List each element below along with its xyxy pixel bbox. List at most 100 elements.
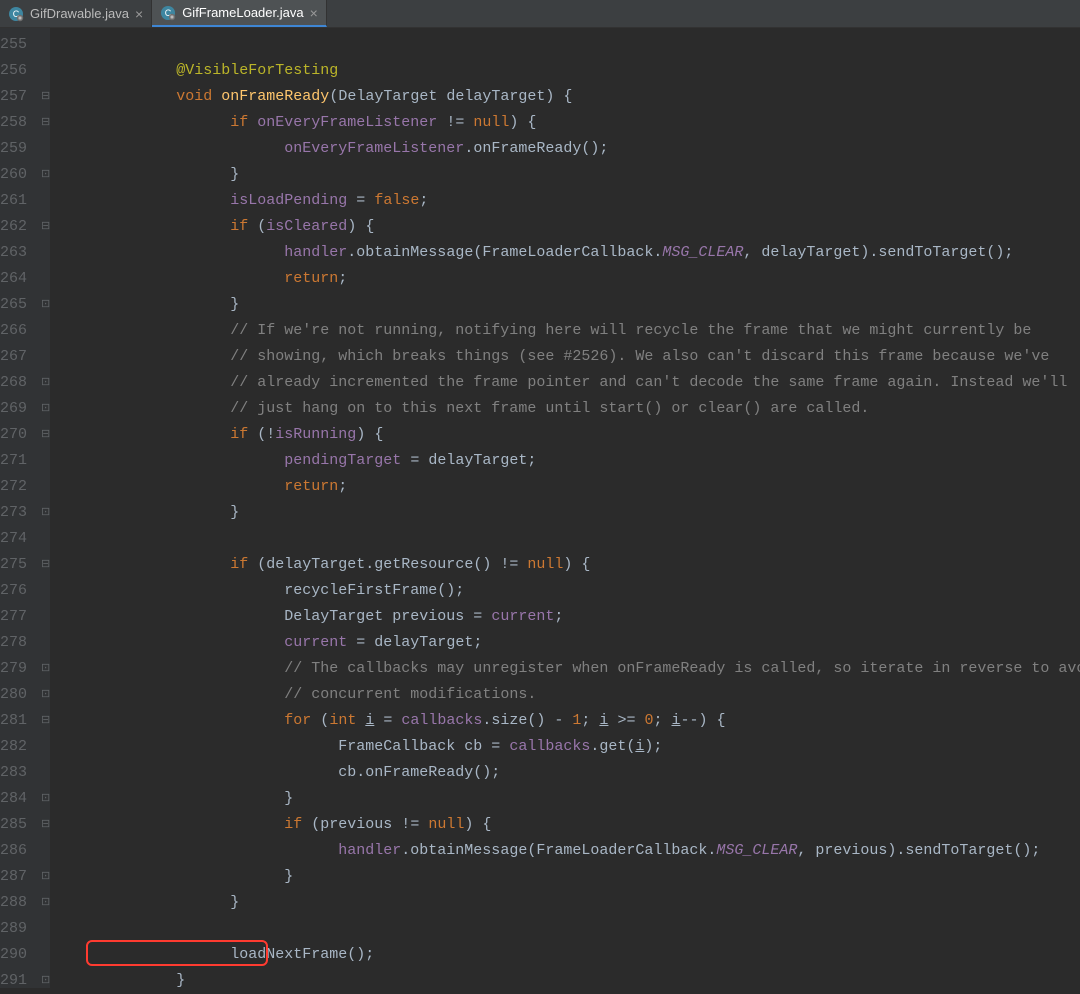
code-line[interactable]: recycleFirstFrame(); xyxy=(50,578,1080,604)
line-number-gutter: 2552562572582592602612622632642652662672… xyxy=(0,28,41,988)
line-number: 279 xyxy=(0,656,41,682)
code-line[interactable]: if (previous != null) { xyxy=(50,812,1080,838)
fold-marker[interactable] xyxy=(41,942,50,968)
fold-marker[interactable] xyxy=(41,474,50,500)
code-line[interactable]: onEveryFrameListener.onFrameReady(); xyxy=(50,136,1080,162)
code-line[interactable]: FrameCallback cb = callbacks.get(i); xyxy=(50,734,1080,760)
fold-marker[interactable]: ⊟ xyxy=(41,552,50,578)
line-number: 261 xyxy=(0,188,41,214)
code-line[interactable]: isLoadPending = false; xyxy=(50,188,1080,214)
fold-marker[interactable]: ⊡ xyxy=(41,396,50,422)
code-line[interactable]: return; xyxy=(50,266,1080,292)
code-line[interactable]: return; xyxy=(50,474,1080,500)
code-line[interactable]: if (isCleared) { xyxy=(50,214,1080,240)
fold-marker[interactable] xyxy=(41,58,50,84)
code-line[interactable]: } xyxy=(50,968,1080,994)
code-line[interactable]: } xyxy=(50,162,1080,188)
code-line[interactable]: } xyxy=(50,500,1080,526)
code-line[interactable]: } xyxy=(50,864,1080,890)
fold-marker[interactable] xyxy=(41,32,50,58)
close-icon[interactable]: × xyxy=(135,6,143,22)
tab-gifframeloader[interactable]: C GifFrameLoader.java × xyxy=(152,0,327,27)
code-line[interactable]: // concurrent modifications. xyxy=(50,682,1080,708)
code-line[interactable]: } xyxy=(50,292,1080,318)
code-line[interactable] xyxy=(50,32,1080,58)
fold-marker[interactable] xyxy=(41,344,50,370)
code-line[interactable]: // just hang on to this next frame until… xyxy=(50,396,1080,422)
fold-marker[interactable]: ⊟ xyxy=(41,422,50,448)
fold-marker[interactable] xyxy=(41,318,50,344)
code-line[interactable] xyxy=(50,526,1080,552)
code-line[interactable]: current = delayTarget; xyxy=(50,630,1080,656)
code-line[interactable]: handler.obtainMessage(FrameLoaderCallbac… xyxy=(50,240,1080,266)
line-number: 286 xyxy=(0,838,41,864)
java-file-icon: C xyxy=(8,6,24,22)
fold-marker[interactable] xyxy=(41,136,50,162)
fold-marker[interactable] xyxy=(41,916,50,942)
fold-column: ⊟⊟⊡⊟⊡⊡⊡⊟⊡⊟⊡⊡⊟⊡⊟⊡⊡⊡ xyxy=(41,28,50,988)
fold-marker[interactable]: ⊟ xyxy=(41,110,50,136)
fold-marker[interactable]: ⊡ xyxy=(41,864,50,890)
fold-marker[interactable] xyxy=(41,630,50,656)
line-number: 258 xyxy=(0,110,41,136)
fold-marker[interactable] xyxy=(41,240,50,266)
fold-marker[interactable] xyxy=(41,604,50,630)
code-line[interactable]: // If we're not running, notifying here … xyxy=(50,318,1080,344)
highlight-box xyxy=(86,940,268,966)
fold-marker[interactable]: ⊡ xyxy=(41,370,50,396)
code-line[interactable]: // already incremented the frame pointer… xyxy=(50,370,1080,396)
line-number: 282 xyxy=(0,734,41,760)
line-number: 283 xyxy=(0,760,41,786)
code-line[interactable]: // showing, which breaks things (see #25… xyxy=(50,344,1080,370)
code-line[interactable]: void onFrameReady(DelayTarget delayTarge… xyxy=(50,84,1080,110)
fold-marker[interactable] xyxy=(41,760,50,786)
code-area[interactable]: @VisibleForTesting void onFrameReady(Del… xyxy=(50,28,1080,988)
code-line[interactable] xyxy=(50,916,1080,942)
line-number: 260 xyxy=(0,162,41,188)
code-line[interactable]: for (int i = callbacks.size() - 1; i >= … xyxy=(50,708,1080,734)
line-number: 274 xyxy=(0,526,41,552)
fold-marker[interactable] xyxy=(41,188,50,214)
line-number: 288 xyxy=(0,890,41,916)
line-number: 270 xyxy=(0,422,41,448)
code-line[interactable]: } xyxy=(50,890,1080,916)
line-number: 291 xyxy=(0,968,41,994)
line-number: 263 xyxy=(0,240,41,266)
fold-marker[interactable]: ⊡ xyxy=(41,682,50,708)
fold-marker[interactable] xyxy=(41,266,50,292)
fold-marker[interactable]: ⊡ xyxy=(41,786,50,812)
code-line[interactable]: if (!isRunning) { xyxy=(50,422,1080,448)
fold-marker[interactable]: ⊡ xyxy=(41,968,50,994)
fold-marker[interactable] xyxy=(41,838,50,864)
fold-marker[interactable]: ⊡ xyxy=(41,292,50,318)
code-line[interactable]: DelayTarget previous = current; xyxy=(50,604,1080,630)
code-line[interactable]: if onEveryFrameListener != null) { xyxy=(50,110,1080,136)
fold-marker[interactable] xyxy=(41,734,50,760)
fold-marker[interactable]: ⊟ xyxy=(41,708,50,734)
line-number: 265 xyxy=(0,292,41,318)
tab-label: GifDrawable.java xyxy=(30,6,129,21)
fold-marker[interactable]: ⊟ xyxy=(41,84,50,110)
line-number: 284 xyxy=(0,786,41,812)
fold-marker[interactable]: ⊡ xyxy=(41,890,50,916)
tab-gifdrawable[interactable]: C GifDrawable.java × xyxy=(0,0,152,27)
fold-marker[interactable]: ⊡ xyxy=(41,656,50,682)
fold-marker[interactable] xyxy=(41,578,50,604)
line-number: 287 xyxy=(0,864,41,890)
code-line[interactable]: if (delayTarget.getResource() != null) { xyxy=(50,552,1080,578)
line-number: 262 xyxy=(0,214,41,240)
code-line[interactable]: handler.obtainMessage(FrameLoaderCallbac… xyxy=(50,838,1080,864)
fold-marker[interactable]: ⊟ xyxy=(41,812,50,838)
fold-marker[interactable] xyxy=(41,526,50,552)
code-line[interactable]: } xyxy=(50,786,1080,812)
fold-marker[interactable]: ⊟ xyxy=(41,214,50,240)
code-line[interactable]: cb.onFrameReady(); xyxy=(50,760,1080,786)
code-line[interactable]: pendingTarget = delayTarget; xyxy=(50,448,1080,474)
fold-marker[interactable]: ⊡ xyxy=(41,162,50,188)
fold-marker[interactable]: ⊡ xyxy=(41,500,50,526)
code-line[interactable]: // The callbacks may unregister when onF… xyxy=(50,656,1080,682)
line-number: 256 xyxy=(0,58,41,84)
close-icon[interactable]: × xyxy=(310,5,318,21)
fold-marker[interactable] xyxy=(41,448,50,474)
code-line[interactable]: @VisibleForTesting xyxy=(50,58,1080,84)
